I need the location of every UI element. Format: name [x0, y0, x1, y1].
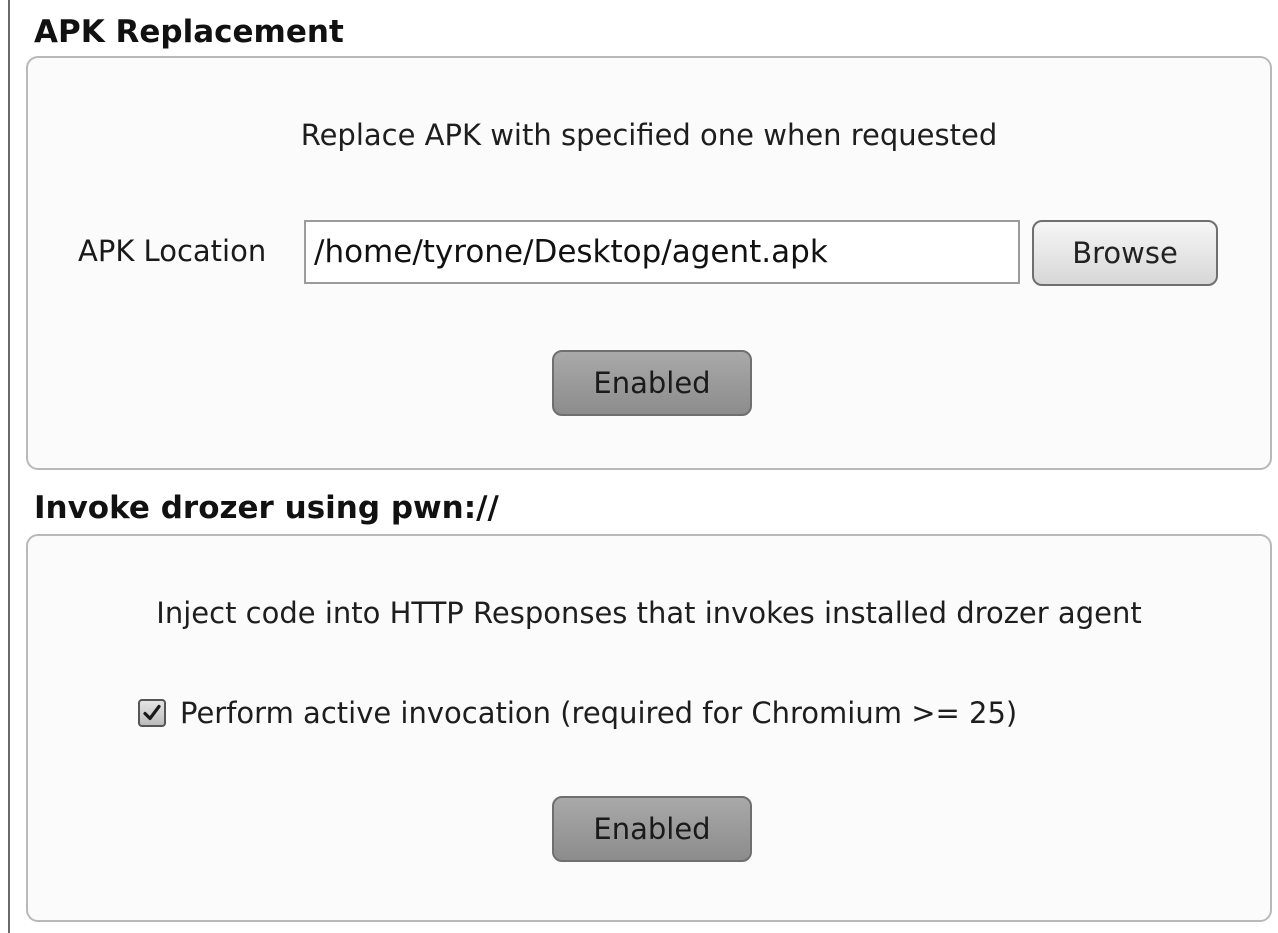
apk-location-label: APK Location — [78, 234, 267, 268]
invoke-drozer-title: Invoke drozer using pwn:// — [34, 490, 499, 526]
invoke-drozer-enabled-button[interactable]: Enabled — [552, 796, 752, 862]
apk-location-input[interactable] — [304, 220, 1020, 284]
invoke-drozer-panel: Inject code into HTTP Responses that inv… — [26, 534, 1272, 922]
apk-replacement-description: Replace APK with specified one when requ… — [300, 118, 998, 152]
active-invocation-option: Perform active invocation (required for … — [138, 696, 1017, 730]
active-invocation-label: Perform active invocation (required for … — [180, 696, 1018, 730]
apk-replacement-panel: Replace APK with specified one when requ… — [26, 56, 1272, 470]
apk-replacement-enabled-button[interactable]: Enabled — [552, 350, 752, 416]
checkmark-icon — [143, 704, 161, 721]
apk-replacement-title: APK Replacement — [34, 14, 344, 50]
invoke-drozer-description: Inject code into HTTP Responses that inv… — [156, 596, 1142, 630]
browse-button[interactable]: Browse — [1032, 220, 1218, 286]
active-invocation-checkbox[interactable] — [138, 699, 166, 727]
left-divider — [8, 0, 10, 933]
